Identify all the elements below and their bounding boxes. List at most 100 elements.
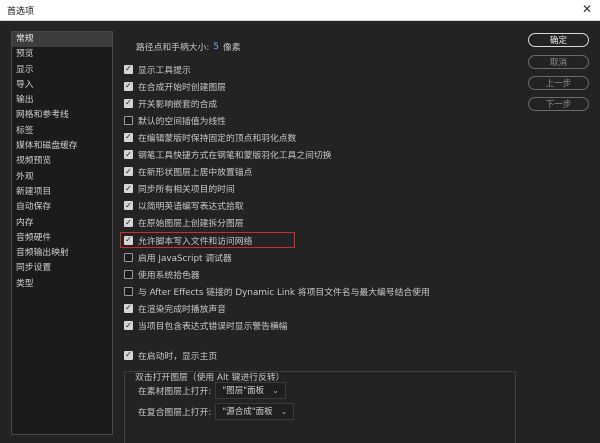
option-checkbox[interactable]: ✓ bbox=[124, 81, 133, 91]
option-row[interactable]: ✓ 当项目包含表达式错误时显示警告横幅 bbox=[124, 319, 288, 333]
sidebar-item[interactable]: 预览 bbox=[12, 47, 112, 62]
open-layer-dropdown[interactable]: "源合成"面板 ⌄ bbox=[215, 402, 295, 420]
sidebar-item[interactable]: 类型 bbox=[12, 277, 112, 292]
sidebar-item[interactable]: 内存 bbox=[12, 216, 112, 231]
path-point-size-setting: 路径点和手柄大小: 5 像素 bbox=[136, 40, 241, 54]
open-layer-label: 在复合图层上打开: bbox=[138, 407, 212, 418]
option-checkbox[interactable] bbox=[124, 286, 133, 296]
startup-home-option[interactable]: ✓ 在启动时，显示主页 bbox=[124, 348, 217, 362]
checkmark-icon: ✓ bbox=[125, 183, 132, 193]
sidebar-item[interactable]: 同步设置 bbox=[12, 261, 112, 276]
option-label: 当项目包含表达式错误时显示警告横幅 bbox=[138, 322, 288, 332]
option-row[interactable]: ✓ 显示工具提示 bbox=[124, 62, 191, 76]
checkmark-icon: ✓ bbox=[125, 149, 132, 159]
option-checkbox[interactable]: ✓ bbox=[124, 98, 133, 108]
checkmark-icon: ✓ bbox=[125, 98, 132, 108]
chevron-down-icon: ⌄ bbox=[272, 385, 279, 395]
option-checkbox[interactable]: ✓ bbox=[124, 303, 133, 313]
option-row[interactable]: 启用 JavaScript 调试器 bbox=[124, 250, 232, 264]
open-layer-row: 在复合图层上打开: "源合成"面板 ⌄ bbox=[138, 402, 295, 420]
option-row[interactable]: ✓ 钢笔工具快捷方式在钢笔和蒙版羽化工具之间切换 bbox=[124, 148, 332, 162]
option-row[interactable]: ✓ 在合成开始时创建图层 bbox=[124, 79, 226, 93]
option-label: 使用系统拾色器 bbox=[138, 270, 200, 281]
option-checkbox[interactable]: ✓ bbox=[124, 200, 133, 211]
option-row[interactable]: ✓ 在编辑蒙版时保持固定的顶点和羽化点数 bbox=[124, 130, 296, 144]
option-label: 在编辑蒙版时保持固定的顶点和羽化点数 bbox=[138, 133, 297, 144]
option-checkbox[interactable] bbox=[124, 252, 133, 262]
sidebar-item[interactable]: 导入 bbox=[12, 78, 112, 93]
startup-home-checkbox[interactable]: ✓ bbox=[124, 350, 133, 360]
checkmark-icon: ✓ bbox=[125, 132, 132, 142]
option-label: 在新形状图层上居中放置锚点 bbox=[138, 168, 253, 179]
option-checkbox[interactable] bbox=[124, 115, 133, 125]
option-label: 同步所有相关项目的时间 bbox=[138, 185, 235, 196]
option-label: 启用 JavaScript 调试器 bbox=[138, 253, 232, 264]
sidebar-item[interactable]: 显示 bbox=[12, 63, 112, 78]
sidebar-item[interactable]: 媒体和磁盘缓存 bbox=[12, 139, 112, 154]
sidebar-item[interactable]: 网格和参考线 bbox=[12, 108, 112, 123]
checkmark-icon: ✓ bbox=[125, 350, 132, 359]
ok-button[interactable]: 确定 bbox=[528, 33, 589, 47]
option-label: 在渲染完成时播放声音 bbox=[138, 304, 226, 315]
option-label: 显示工具提示 bbox=[138, 65, 191, 76]
open-layer-label: 在素材图层上打开: bbox=[138, 386, 212, 397]
window-title: 首选项 bbox=[7, 7, 35, 17]
sidebar-item[interactable]: 音频硬件 bbox=[12, 231, 112, 246]
sidebar-item[interactable]: 标签 bbox=[12, 124, 112, 139]
highlight-box bbox=[120, 232, 295, 248]
general-settings-panel: 路径点和手柄大小: 5 像素 ✓ 显示工具提示 ✓ 在合成开始时创建图层 ✓ 开关影响嵌套… bbox=[120, 31, 524, 443]
cancel-button[interactable]: 取消 bbox=[528, 55, 589, 69]
sidebar-item[interactable]: 输出 bbox=[12, 93, 112, 108]
option-label: 以简明英语编写表达式拾取 bbox=[138, 202, 244, 213]
path-point-size-label: 路径点和手柄大小: bbox=[136, 43, 210, 53]
option-label: 在合成开始时创建图层 bbox=[138, 82, 226, 93]
option-row[interactable]: 使用系统拾色器 bbox=[124, 267, 200, 281]
option-checkbox[interactable]: ✓ bbox=[124, 132, 133, 142]
title-bar: 首选项 ✕ bbox=[0, 0, 600, 21]
option-checkbox[interactable]: ✓ bbox=[124, 150, 133, 159]
sidebar-item[interactable]: 自动保存 bbox=[12, 200, 112, 215]
option-checkbox[interactable]: ✓ bbox=[124, 321, 133, 330]
sidebar-item[interactable]: 新建项目 bbox=[12, 185, 112, 200]
open-layer-dropdown[interactable]: "图层"面板 ⌄ bbox=[215, 381, 286, 399]
sidebar-item[interactable]: 视频预览 bbox=[12, 154, 112, 169]
open-layer-dropdown-value: "图层"面板 bbox=[222, 386, 265, 396]
option-label: 与 After Effects 链接的 Dynamic Link 将项目文件名与… bbox=[138, 287, 430, 298]
option-row[interactable]: 与 After Effects 链接的 Dynamic Link 将项目文件名与… bbox=[124, 284, 430, 298]
sidebar-item[interactable]: 常规 bbox=[12, 32, 112, 48]
path-point-size-value[interactable]: 5 bbox=[213, 42, 219, 52]
checkmark-icon: ✓ bbox=[125, 217, 132, 227]
option-checkbox[interactable]: ✓ bbox=[124, 166, 133, 177]
checkmark-icon: ✓ bbox=[125, 303, 132, 313]
checkmark-icon: ✓ bbox=[125, 200, 132, 210]
checkmark-icon: ✓ bbox=[125, 166, 132, 176]
option-checkbox[interactable] bbox=[124, 269, 133, 279]
open-layer-row: 在素材图层上打开: "图层"面板 ⌄ bbox=[138, 381, 286, 399]
startup-home-label: 在启动时，显示主页 bbox=[138, 351, 218, 362]
option-row[interactable]: ✓ 同步所有相关项目的时间 bbox=[124, 182, 235, 196]
option-row[interactable]: 默认的空间插值为线性 bbox=[124, 113, 226, 127]
open-layer-dropdown-value: "源合成"面板 bbox=[222, 407, 273, 417]
option-checkbox[interactable]: ✓ bbox=[124, 64, 133, 74]
option-label: 默认的空间插值为线性 bbox=[138, 116, 226, 127]
option-checkbox[interactable]: ✓ bbox=[124, 183, 133, 194]
close-icon[interactable]: ✕ bbox=[582, 2, 592, 16]
option-row[interactable]: ✓ 以简明英语编写表达式拾取 bbox=[124, 199, 244, 213]
chevron-down-icon: ⌄ bbox=[280, 406, 288, 416]
checkmark-icon: ✓ bbox=[125, 81, 132, 91]
option-label: 开关影响嵌套的合成 bbox=[138, 99, 218, 110]
path-point-size-unit: 像素 bbox=[222, 43, 241, 53]
sidebar-item[interactable]: 外观 bbox=[12, 170, 112, 185]
option-label: 钢笔工具快捷方式在钢笔和蒙版羽化工具之间切换 bbox=[138, 151, 332, 161]
previous-button[interactable]: 上一步 bbox=[528, 76, 589, 90]
option-row[interactable]: ✓ 在渲染完成时播放声音 bbox=[124, 301, 226, 315]
option-row[interactable]: ✓ 开关影响嵌套的合成 bbox=[124, 96, 217, 110]
option-row[interactable]: ✓ 在新形状图层上居中放置锚点 bbox=[124, 165, 252, 179]
option-checkbox[interactable]: ✓ bbox=[124, 217, 133, 228]
option-label: 在原始图层上创建拆分图层 bbox=[138, 219, 244, 230]
next-button[interactable]: 下一步 bbox=[528, 97, 589, 111]
sidebar-item[interactable]: 音频输出映射 bbox=[12, 246, 112, 261]
checkmark-icon: ✓ bbox=[125, 64, 132, 73]
option-row[interactable]: ✓ 在原始图层上创建拆分图层 bbox=[124, 216, 244, 230]
preferences-sidebar: 常规 预览 显示 导入 输出 网格和参考线 标签 媒体和磁盘缓存 视频预览 外观 新建项目 自动保存内… bbox=[11, 31, 113, 435]
